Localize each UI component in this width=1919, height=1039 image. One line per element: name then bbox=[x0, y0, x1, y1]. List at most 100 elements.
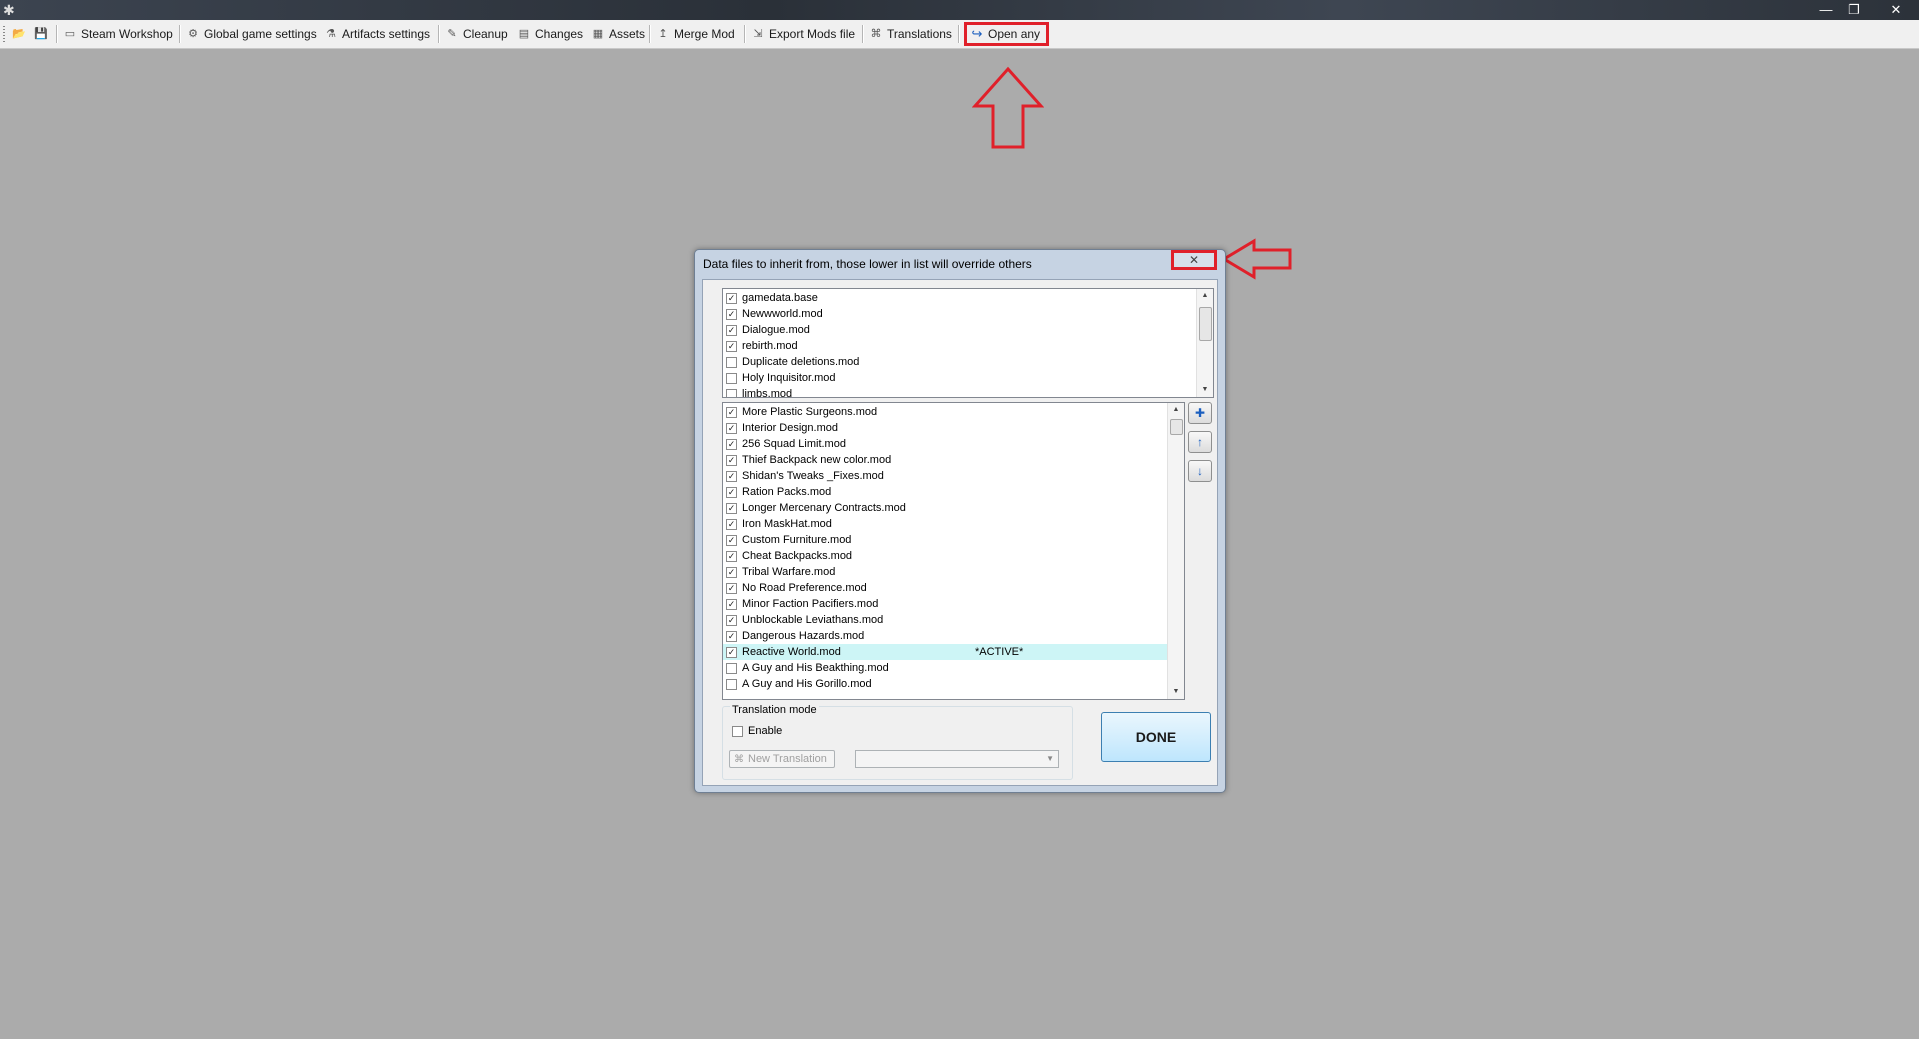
checkbox-checked[interactable]: ✓ bbox=[726, 550, 737, 562]
top-list-scrollbar[interactable]: ▲ ▼ bbox=[1196, 289, 1213, 397]
global-game-settings-button[interactable]: ⚙ Global game settings bbox=[186, 23, 317, 45]
list-item[interactable]: ✓ Reactive World.mod *ACTIVE* bbox=[723, 644, 1184, 660]
list-item[interactable]: ✓ gamedata.base bbox=[723, 290, 1213, 306]
toolbar-separator bbox=[179, 25, 181, 43]
broom-icon: ✎ bbox=[447, 28, 457, 40]
scroll-down-icon[interactable]: ▼ bbox=[1197, 383, 1213, 397]
list-item-label: Dangerous Hazards.mod bbox=[742, 630, 865, 642]
export-mods-file-button[interactable]: ⇲ Export Mods file bbox=[751, 23, 855, 45]
list-item[interactable]: ✓ Unblockable Leviathans.mod bbox=[723, 612, 1184, 628]
list-item[interactable]: ✓ Dialogue.mod bbox=[723, 322, 1213, 338]
list-item[interactable]: ✓ More Plastic Surgeons.mod bbox=[723, 404, 1184, 420]
checkbox-checked[interactable]: ✓ bbox=[726, 422, 737, 434]
checkbox-checked[interactable]: ✓ bbox=[726, 308, 737, 320]
list-item[interactable]: ✓ Cheat Backpacks.mod bbox=[723, 548, 1184, 564]
list-item[interactable]: ✓ Dangerous Hazards.mod bbox=[723, 628, 1184, 644]
scroll-thumb[interactable] bbox=[1170, 419, 1183, 435]
base-data-files-list[interactable]: ✓ gamedata.base ✓ Newwworld.mod ✓ Dialogue.mo… bbox=[722, 288, 1214, 398]
translation-mode-legend: Translation mode bbox=[730, 704, 819, 716]
list-item[interactable]: Duplicate deletions.mod bbox=[723, 354, 1213, 370]
checkbox-checked[interactable]: ✓ bbox=[726, 598, 737, 610]
checkbox-checked[interactable]: ✓ bbox=[726, 614, 737, 626]
enable-translation-checkbox[interactable]: Enable bbox=[729, 725, 782, 737]
list-item[interactable]: ✓ Interior Design.mod bbox=[723, 420, 1184, 436]
checkbox-unchecked[interactable] bbox=[726, 662, 737, 674]
add-file-button[interactable]: ✚ bbox=[1188, 402, 1212, 424]
new-translation-button[interactable]: ⌘ New Translation bbox=[729, 750, 835, 768]
checkbox-checked[interactable]: ✓ bbox=[726, 454, 737, 466]
scroll-thumb[interactable] bbox=[1199, 307, 1212, 341]
close-window-button[interactable]: ✕ bbox=[1885, 1, 1907, 18]
open-any-button[interactable]: ↪ Open any bbox=[964, 22, 1050, 46]
list-item[interactable]: ✓ 256 Squad Limit.mod bbox=[723, 436, 1184, 452]
checkbox-checked[interactable]: ✓ bbox=[726, 324, 737, 336]
list-item[interactable]: ✓ Newwworld.mod bbox=[723, 306, 1213, 322]
changes-button[interactable]: ▤ Changes bbox=[517, 23, 583, 45]
maximize-button[interactable]: ❐ bbox=[1843, 1, 1865, 18]
checkbox-unchecked[interactable] bbox=[726, 388, 737, 397]
list-item[interactable]: A Guy and His Beakthing.mod bbox=[723, 660, 1184, 676]
app-icon[interactable]: ✱ bbox=[3, 1, 15, 19]
move-up-button[interactable]: ↑ bbox=[1188, 431, 1212, 453]
list-item[interactable]: ✓ Iron MaskHat.mod bbox=[723, 516, 1184, 532]
scroll-up-icon[interactable]: ▲ bbox=[1168, 403, 1184, 417]
list-item-label: gamedata.base bbox=[742, 292, 818, 304]
toolbar-separator bbox=[649, 25, 651, 43]
list-item[interactable]: ✓ Custom Furniture.mod bbox=[723, 532, 1184, 548]
toolbar-grip[interactable] bbox=[3, 26, 5, 42]
list-item[interactable]: ✓ Shidan's Tweaks _Fixes.mod bbox=[723, 468, 1184, 484]
artifacts-settings-button[interactable]: ⚗ Artifacts settings bbox=[324, 23, 430, 45]
enable-label: Enable bbox=[748, 725, 783, 737]
checkbox-checked[interactable]: ✓ bbox=[726, 518, 737, 530]
scroll-up-icon[interactable]: ▲ bbox=[1197, 289, 1213, 303]
checkbox-box[interactable] bbox=[732, 725, 743, 737]
merge-mod-button[interactable]: ↥ Merge Mod bbox=[656, 23, 734, 45]
dialog-close-button[interactable]: ✕ bbox=[1171, 250, 1217, 270]
toolbar-separator bbox=[438, 25, 440, 43]
checkbox-checked[interactable]: ✓ bbox=[726, 630, 737, 642]
mod-files-list[interactable]: ✓ More Plastic Surgeons.mod ✓ Interior Desi… bbox=[722, 402, 1185, 700]
checkbox-checked[interactable]: ✓ bbox=[726, 406, 737, 418]
list-item[interactable]: limbs.mod bbox=[723, 386, 1213, 397]
list-item-label: Dialogue.mod bbox=[742, 324, 810, 336]
bottom-list-scrollbar[interactable]: ▲ ▼ bbox=[1167, 403, 1184, 699]
checkbox-unchecked[interactable] bbox=[726, 678, 737, 690]
list-item[interactable]: ✓ Tribal Warfare.mod bbox=[723, 564, 1184, 580]
checkbox-checked[interactable]: ✓ bbox=[726, 566, 737, 578]
list-item-label: rebirth.mod bbox=[742, 340, 798, 352]
checkbox-unchecked[interactable] bbox=[726, 356, 737, 368]
translation-language-select[interactable]: ▼ bbox=[855, 750, 1059, 768]
save-button[interactable]: 💾 bbox=[34, 23, 48, 45]
assets-button[interactable]: ▦ Assets bbox=[591, 23, 645, 45]
list-item[interactable]: ✓ Ration Packs.mod bbox=[723, 484, 1184, 500]
list-item[interactable]: A Guy and His Gorillo.mod bbox=[723, 676, 1184, 692]
list-item[interactable]: ✓ No Road Preference.mod bbox=[723, 580, 1184, 596]
checkbox-checked[interactable]: ✓ bbox=[726, 502, 737, 514]
checkbox-checked[interactable]: ✓ bbox=[726, 292, 737, 304]
minimize-button[interactable]: — bbox=[1815, 1, 1837, 18]
list-item[interactable]: ✓ rebirth.mod bbox=[723, 338, 1213, 354]
checkbox-checked[interactable]: ✓ bbox=[726, 646, 737, 658]
move-down-button[interactable]: ↓ bbox=[1188, 460, 1212, 482]
checkbox-unchecked[interactable] bbox=[726, 372, 737, 384]
checkbox-checked[interactable]: ✓ bbox=[726, 582, 737, 594]
list-item[interactable]: ✓ Thief Backpack new color.mod bbox=[723, 452, 1184, 468]
translations-button[interactable]: ⌘ Translations bbox=[869, 23, 952, 45]
close-icon: ✕ bbox=[1188, 253, 1200, 267]
list-item[interactable]: ✓ Minor Faction Pacifiers.mod bbox=[723, 596, 1184, 612]
translations-icon: ⌘ bbox=[870, 28, 882, 40]
checkbox-checked[interactable]: ✓ bbox=[726, 438, 737, 450]
steam-workshop-button[interactable]: ▭ Steam Workshop bbox=[63, 23, 173, 45]
list-item[interactable]: Holy Inquisitor.mod bbox=[723, 370, 1213, 386]
scroll-down-icon[interactable]: ▼ bbox=[1168, 685, 1184, 699]
cleanup-button[interactable]: ✎ Cleanup bbox=[445, 23, 507, 45]
checkbox-checked[interactable]: ✓ bbox=[726, 470, 737, 482]
checkbox-checked[interactable]: ✓ bbox=[726, 486, 737, 498]
list-item-label: Minor Faction Pacifiers.mod bbox=[742, 598, 879, 610]
checkbox-checked[interactable]: ✓ bbox=[726, 534, 737, 546]
done-button[interactable]: DONE bbox=[1101, 712, 1211, 762]
open-file-button[interactable]: 📂 bbox=[12, 23, 26, 45]
list-item[interactable]: ✓ Longer Mercenary Contracts.mod bbox=[723, 500, 1184, 516]
checkbox-checked[interactable]: ✓ bbox=[726, 340, 737, 352]
list-item-label: Duplicate deletions.mod bbox=[742, 356, 860, 368]
